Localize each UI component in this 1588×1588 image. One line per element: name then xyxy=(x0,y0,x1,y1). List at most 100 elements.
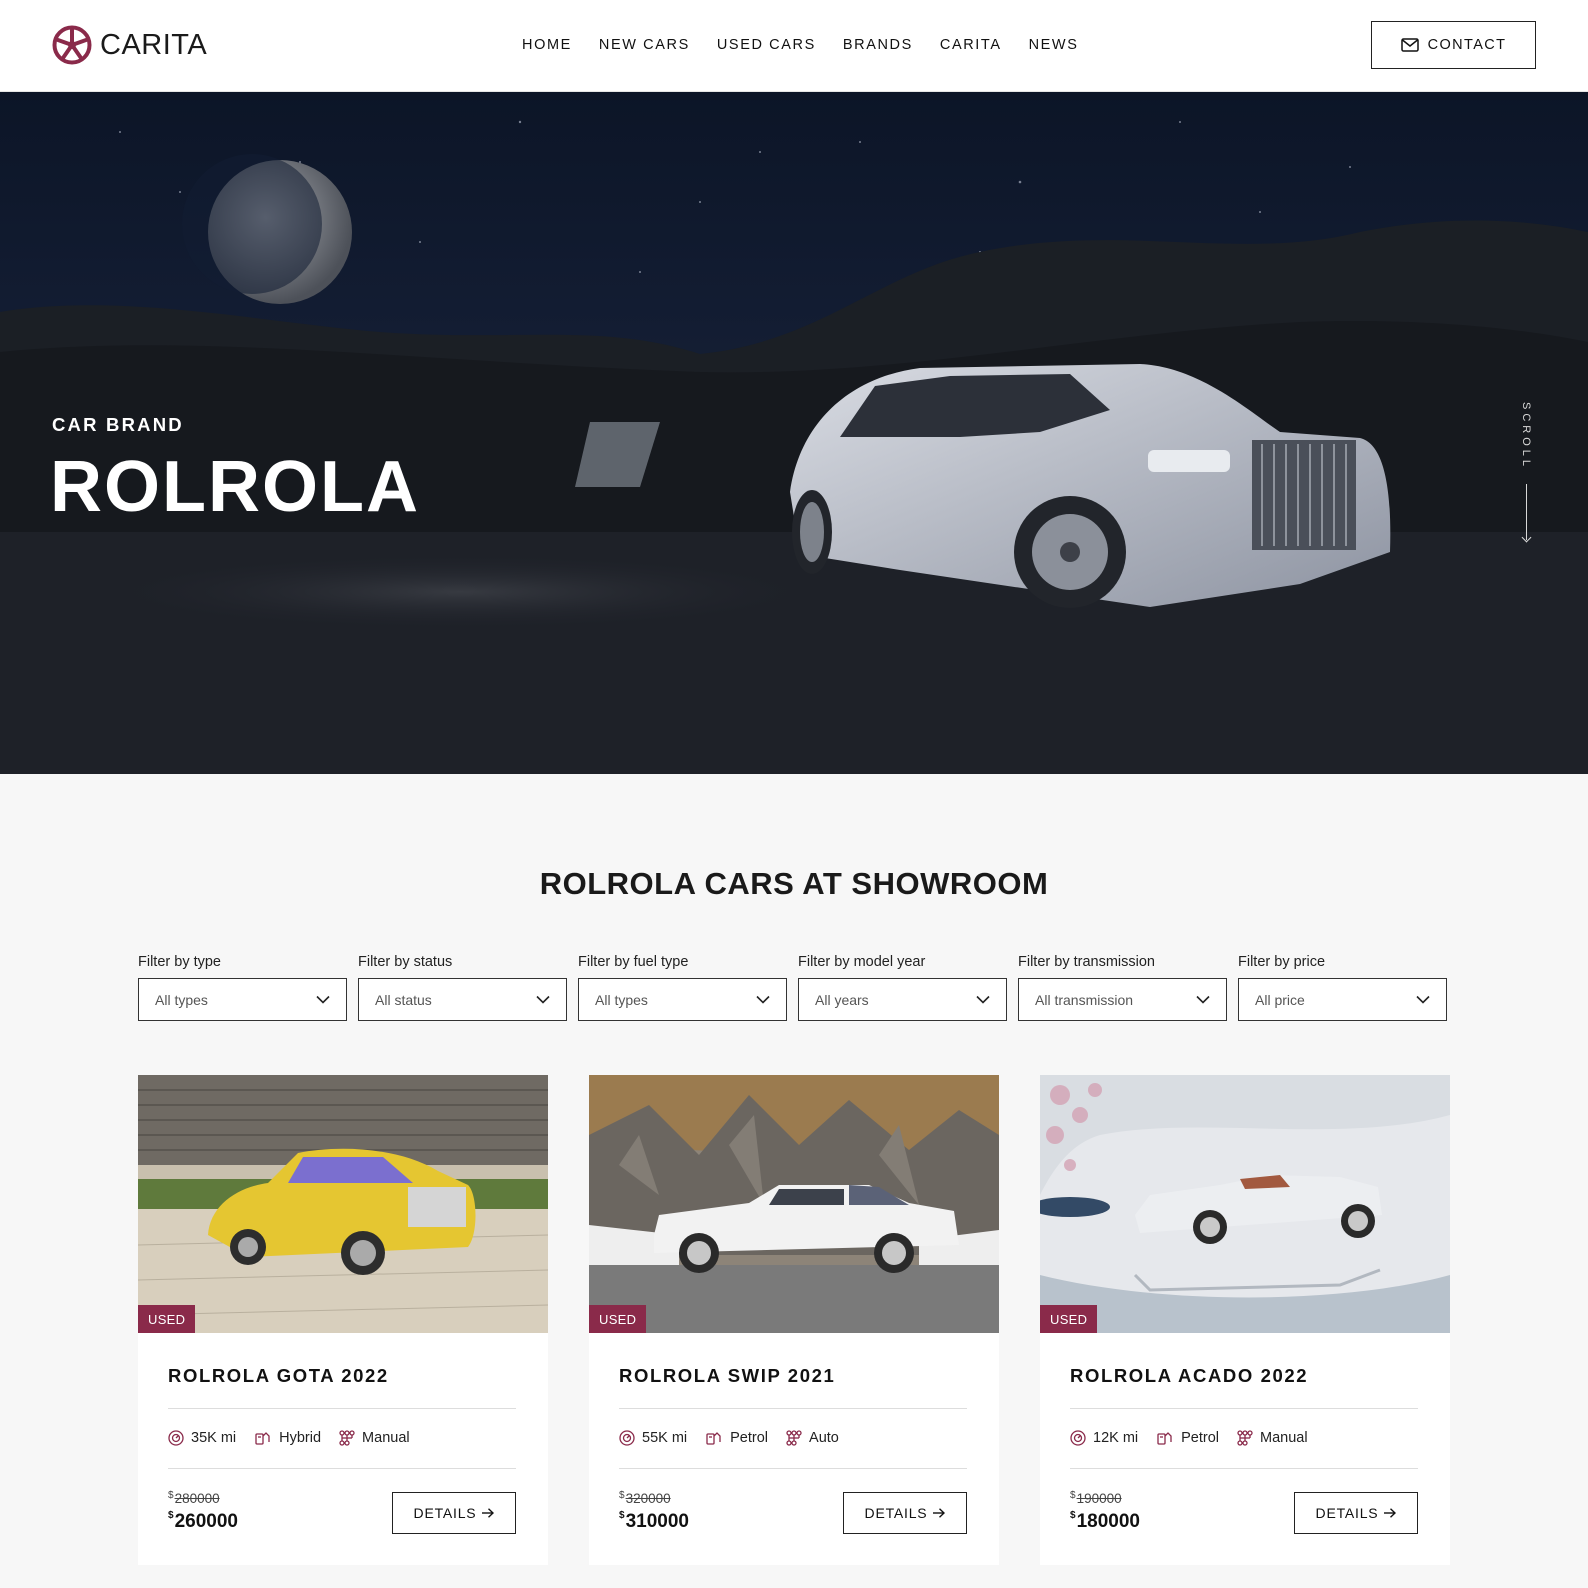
fuel-type-select[interactable]: All types xyxy=(578,978,787,1021)
filter-label: Filter by status xyxy=(358,954,453,970)
select-value: All types xyxy=(155,991,208,1008)
select-value: All transmission xyxy=(1035,991,1134,1008)
divider xyxy=(619,1468,967,1469)
car-title[interactable]: ROLROLA ACADO 2022 xyxy=(1070,1365,1308,1387)
brand-name: CARITA xyxy=(100,28,208,61)
price-select[interactable]: All price xyxy=(1238,978,1447,1021)
chevron-down-icon xyxy=(976,995,990,1004)
price-value: 180000 xyxy=(1076,1511,1140,1532)
car-card: USED ROLROLA GOTA 2022 35K mi Hybrid Man… xyxy=(138,1075,548,1565)
filter-price: Filter by price All price xyxy=(1238,954,1447,1021)
divider xyxy=(1070,1408,1418,1409)
spec-transmission: Manual xyxy=(1237,1430,1308,1446)
fuel-pump-icon xyxy=(255,1432,270,1445)
details-button[interactable]: DETAILS xyxy=(1294,1492,1418,1534)
price-value: 310000 xyxy=(625,1511,689,1532)
currency-symbol: $ xyxy=(168,1490,174,1501)
divider xyxy=(619,1408,967,1409)
filter-type: Filter by type All types xyxy=(138,954,347,1021)
transmission-value: Manual xyxy=(1260,1430,1308,1446)
odometer-icon xyxy=(168,1430,184,1446)
car-title[interactable]: ROLROLA SWIP 2021 xyxy=(619,1365,835,1387)
filter-label: Filter by price xyxy=(1238,954,1326,970)
model-year-select[interactable]: All years xyxy=(798,978,1007,1021)
select-value: All status xyxy=(375,991,432,1008)
section-title: ROLROLA CARS AT SHOWROOM xyxy=(539,866,1049,901)
transmission-value: Manual xyxy=(362,1430,410,1446)
filter-label: Filter by model year xyxy=(798,954,926,970)
logo[interactable]: CARITA xyxy=(52,25,207,65)
wheel-logo-icon xyxy=(52,25,92,65)
nav-carita[interactable]: CARITA xyxy=(940,37,1002,53)
mail-icon xyxy=(1400,38,1419,52)
select-value: All types xyxy=(595,991,648,1008)
hero-eyebrow: CAR BRAND xyxy=(52,414,184,435)
car-image[interactable]: USED xyxy=(589,1075,999,1333)
details-button[interactable]: DETAILS xyxy=(843,1492,967,1534)
divider xyxy=(168,1468,516,1469)
car-specs: 12K mi Petrol Manual xyxy=(1070,1430,1308,1446)
arrow-right-icon xyxy=(482,1508,495,1518)
mileage-value: 12K mi xyxy=(1093,1430,1139,1446)
nav-used-cars[interactable]: USED CARS xyxy=(717,37,816,53)
filter-bar: Filter by type All types Filter by statu… xyxy=(138,954,1450,1021)
filter-status: Filter by status All status xyxy=(358,954,567,1021)
transmission-select[interactable]: All transmission xyxy=(1018,978,1227,1021)
car-image[interactable]: USED xyxy=(1040,1075,1450,1333)
currency-symbol: $ xyxy=(168,1510,174,1521)
select-value: All years xyxy=(815,991,869,1008)
gearbox-icon xyxy=(1237,1430,1253,1446)
nav-new-cars[interactable]: NEW CARS xyxy=(599,37,690,53)
price: $180000 xyxy=(1070,1510,1140,1533)
nav-brands[interactable]: BRANDS xyxy=(843,37,913,53)
chevron-down-icon xyxy=(316,995,330,1004)
chevron-down-icon xyxy=(536,995,550,1004)
scroll-label: SCROLL xyxy=(1520,402,1532,471)
car-card: USED ROLROLA ACADO 2022 12K mi Petrol Ma… xyxy=(1040,1075,1450,1565)
white-sedan-image xyxy=(589,1075,999,1333)
yellow-coupe-image xyxy=(138,1075,548,1333)
chevron-down-icon xyxy=(756,995,770,1004)
price: $260000 xyxy=(168,1510,238,1533)
chevron-down-icon xyxy=(1196,995,1210,1004)
spec-mileage: 12K mi xyxy=(1070,1430,1138,1446)
old-price-value: 190000 xyxy=(1076,1491,1122,1506)
car-title[interactable]: ROLROLA GOTA 2022 xyxy=(168,1365,389,1387)
details-button[interactable]: DETAILS xyxy=(392,1492,516,1534)
spec-transmission: Auto xyxy=(786,1430,839,1446)
odometer-icon xyxy=(619,1430,635,1446)
old-price-value: 280000 xyxy=(174,1491,220,1506)
contact-label: CONTACT xyxy=(1427,37,1507,53)
filter-label: Filter by transmission xyxy=(1018,954,1155,970)
price: $310000 xyxy=(619,1510,689,1533)
mileage-value: 55K mi xyxy=(642,1430,688,1446)
fuel-pump-icon xyxy=(706,1432,721,1445)
status-select[interactable]: All status xyxy=(358,978,567,1021)
details-label: DETAILS xyxy=(413,1505,477,1521)
spec-fuel: Petrol xyxy=(705,1430,768,1446)
mileage-value: 35K mi xyxy=(191,1430,237,1446)
status-badge: USED xyxy=(589,1305,647,1333)
car-card: USED ROLROLA SWIP 2021 55K mi Petrol Aut… xyxy=(589,1075,999,1565)
arrow-right-icon xyxy=(1384,1508,1397,1518)
nav-home[interactable]: HOME xyxy=(522,37,572,53)
scroll-indicator[interactable]: SCROLL xyxy=(1516,402,1536,541)
car-specs: 55K mi Petrol Auto xyxy=(619,1430,839,1446)
old-price: $320000 xyxy=(619,1490,671,1506)
currency-symbol: $ xyxy=(619,1510,625,1521)
gearbox-icon xyxy=(339,1430,355,1446)
currency-symbol: $ xyxy=(619,1490,625,1501)
gearbox-icon xyxy=(786,1430,802,1446)
details-label: DETAILS xyxy=(1315,1505,1379,1521)
nav-news[interactable]: NEWS xyxy=(1029,37,1079,53)
contact-button[interactable]: CONTACT xyxy=(1371,21,1536,69)
fuel-value: Petrol xyxy=(1181,1430,1220,1446)
price-value: 260000 xyxy=(174,1511,238,1532)
filter-fuel-type: Filter by fuel type All types xyxy=(578,954,787,1021)
fuel-value: Hybrid xyxy=(279,1430,322,1446)
car-image[interactable]: USED xyxy=(138,1075,548,1333)
spec-mileage: 55K mi xyxy=(619,1430,687,1446)
odometer-icon xyxy=(1070,1430,1086,1446)
currency-symbol: $ xyxy=(1070,1490,1076,1501)
type-select[interactable]: All types xyxy=(138,978,347,1021)
